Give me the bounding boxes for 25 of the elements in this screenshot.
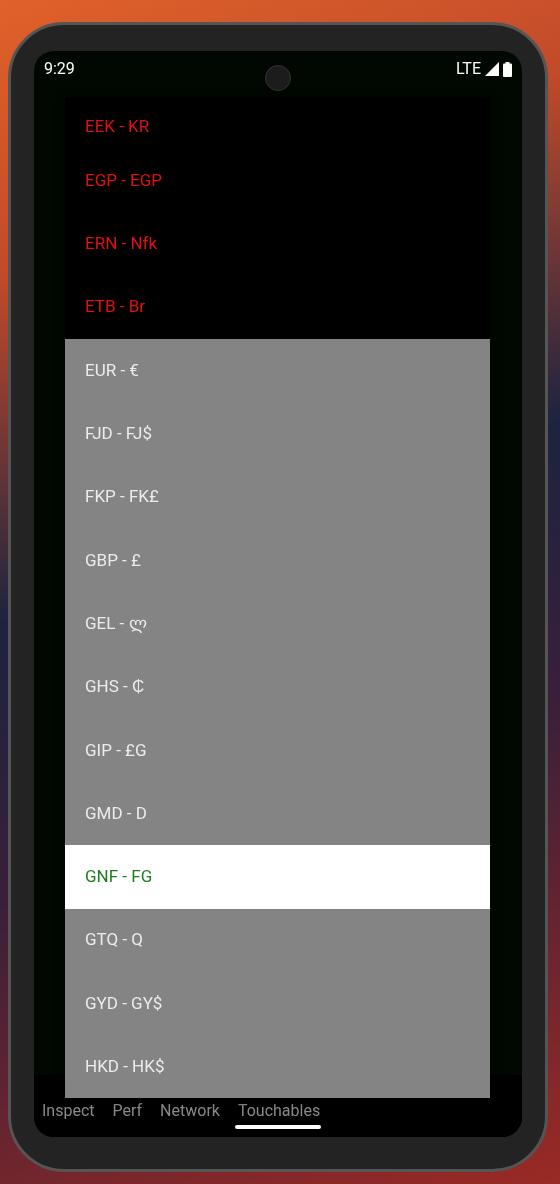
battery-icon [503,61,512,77]
status-time: 9:29 [44,58,75,80]
bottom-tab[interactable]: Touchables [237,1099,321,1123]
dropdown-option[interactable]: EGP - EGP [65,149,490,213]
bottom-tab[interactable]: Perf [112,1099,143,1123]
camera-icon [265,65,291,91]
bottom-tab[interactable]: Inspect [42,1099,95,1123]
dropdown-option[interactable]: FKP - FK£ [65,465,490,529]
dropdown-option[interactable]: EEK - KR [65,97,490,149]
dropdown-option[interactable]: GHS - ₵ [65,655,490,719]
dropdown-option[interactable]: EUR - € [65,338,490,403]
dropdown-option[interactable]: ETB - Br [65,275,490,339]
dropdown-option[interactable]: ERN - Nfk [65,212,490,276]
dropdown-option[interactable]: GIP - £G [65,718,490,782]
bottom-tab[interactable]: Network [160,1099,220,1123]
dropdown-option[interactable]: HKD - HK$ [65,1035,490,1099]
signal-icon [485,62,499,76]
network-label: LTE [455,58,481,80]
dropdown-option[interactable]: GEL - ლ [65,592,490,656]
dropdown-option[interactable]: GBP - £ [65,528,490,593]
dropdown-option[interactable]: GNF - FG [65,845,490,909]
dropdown-option[interactable]: GMD - D [65,781,490,846]
dropdown-option[interactable]: FJD - FJ$ [65,402,490,466]
dropdown-option[interactable]: GTQ - Q [65,908,490,972]
dropdown-option[interactable]: GYD - GY$ [65,971,490,1036]
